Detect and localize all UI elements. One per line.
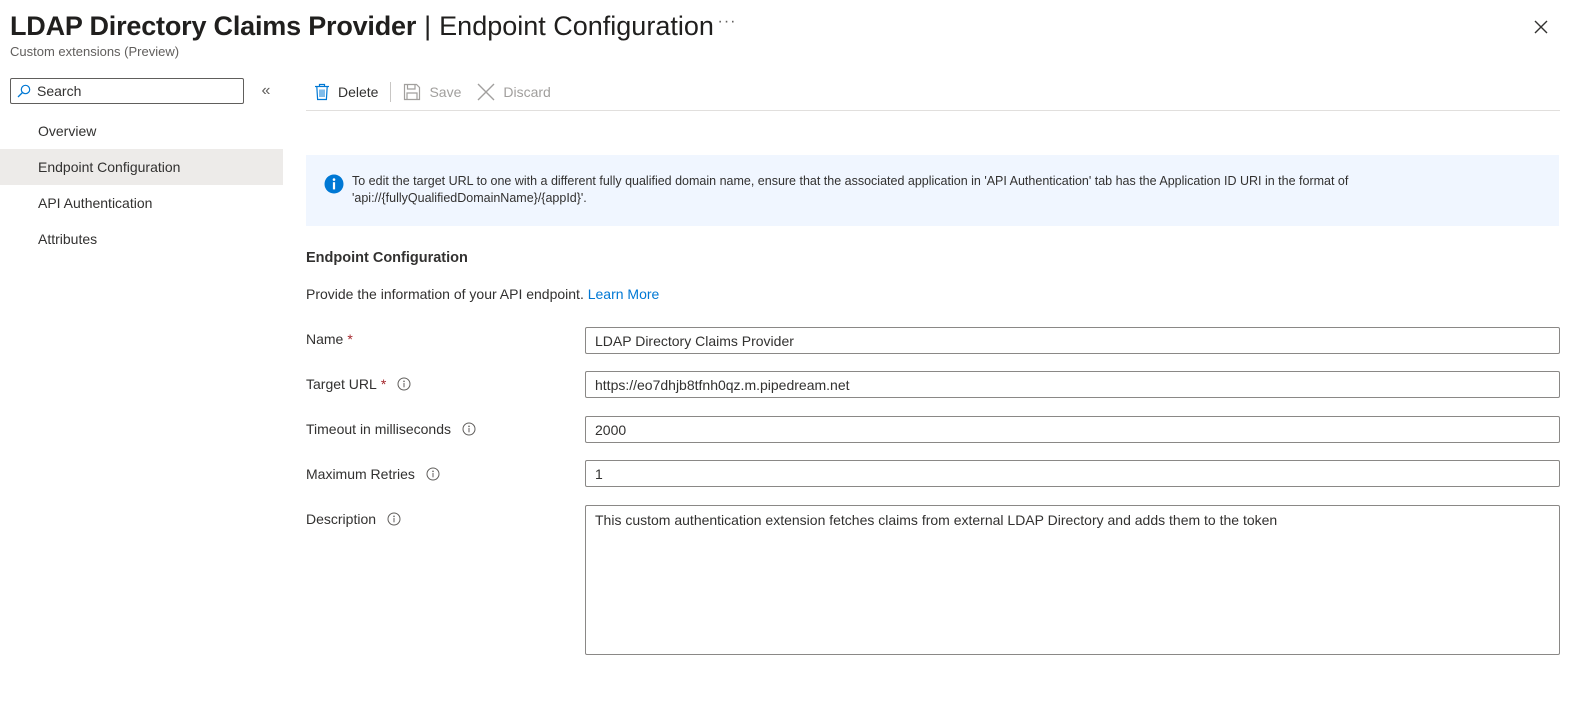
target-url-label-text: Target URL [306, 376, 377, 392]
search-box[interactable] [10, 78, 244, 104]
save-button-label: Save [429, 84, 462, 100]
page-title: LDAP Directory Claims Provider | Endpoin… [10, 6, 714, 46]
name-field[interactable] [586, 328, 1559, 353]
section-description: Provide the information of your API endp… [306, 286, 659, 302]
name-label-text: Name [306, 331, 344, 347]
trash-icon [315, 83, 329, 101]
max-retries-label: Maximum Retries [306, 466, 440, 482]
timeout-label: Timeout in milliseconds [306, 421, 476, 437]
sidebar-nav: Overview Endpoint Configuration API Auth… [0, 113, 283, 257]
description-label-text: Description [306, 511, 377, 527]
description-field[interactable]: This custom authentication extension fet… [586, 506, 1559, 654]
info-banner-text: To edit the target URL to one with a dif… [352, 173, 1348, 226]
section-description-text: Provide the information of your API endp… [306, 286, 584, 302]
timeout-field-container [585, 416, 1560, 443]
timeout-label-text: Timeout in milliseconds [306, 421, 451, 437]
name-field-container [585, 327, 1560, 354]
target-url-label: Target URL * [306, 376, 411, 392]
info-banner: To edit the target URL to one with a dif… [306, 155, 1559, 226]
delete-button[interactable]: Delete [306, 76, 386, 108]
required-marker: * [347, 331, 353, 347]
discard-button-label: Discard [503, 84, 551, 100]
section-title: Endpoint Configuration [306, 250, 468, 266]
info-circle-icon[interactable] [397, 377, 411, 391]
delete-button-label: Delete [338, 84, 379, 100]
sidebar-item-endpoint-configuration[interactable]: Endpoint Configuration [0, 149, 283, 185]
more-options-button[interactable]: ··· [716, 14, 738, 36]
sidebar-item-api-authentication[interactable]: API Authentication [0, 185, 283, 221]
toolbar-divider [390, 82, 392, 102]
save-button[interactable]: Save [395, 76, 469, 108]
timeout-field[interactable] [586, 417, 1559, 442]
command-bar: Delete Save Discard [306, 74, 1560, 111]
title-separator: | [424, 10, 432, 41]
max-retries-field[interactable] [586, 461, 1559, 486]
search-input[interactable] [37, 83, 227, 99]
target-url-field[interactable] [586, 372, 1559, 397]
info-icon [324, 174, 344, 194]
close-button[interactable] [1528, 14, 1554, 40]
info-circle-icon[interactable] [387, 512, 401, 526]
info-circle-icon[interactable] [426, 467, 440, 481]
required-marker: * [380, 376, 387, 392]
search-icon [17, 84, 31, 98]
close-icon [1534, 20, 1548, 34]
name-label: Name * [306, 331, 353, 347]
title-page-name: Endpoint Configuration [439, 10, 714, 41]
description-field-container: This custom authentication extension fet… [585, 505, 1560, 655]
learn-more-link[interactable]: Learn More [588, 286, 660, 302]
title-resource-name: LDAP Directory Claims Provider [10, 10, 417, 41]
info-banner-line-2: 'api://{fullyQualifiedDomainName}/{appId… [352, 191, 587, 205]
save-icon [404, 83, 421, 101]
max-retries-label-text: Maximum Retries [306, 466, 415, 482]
target-url-field-container [585, 371, 1560, 398]
page-subtitle: Custom extensions (Preview) [10, 44, 180, 59]
collapse-sidebar-button[interactable]: « [256, 80, 276, 102]
discard-icon [477, 83, 495, 101]
max-retries-field-container [585, 460, 1560, 487]
discard-button[interactable]: Discard [469, 76, 558, 108]
description-label: Description [306, 511, 401, 527]
info-banner-line-1: To edit the target URL to one with a dif… [352, 174, 1349, 188]
sidebar-item-attributes[interactable]: Attributes [0, 221, 283, 257]
info-circle-icon[interactable] [462, 422, 476, 436]
sidebar-item-overview[interactable]: Overview [0, 113, 283, 149]
